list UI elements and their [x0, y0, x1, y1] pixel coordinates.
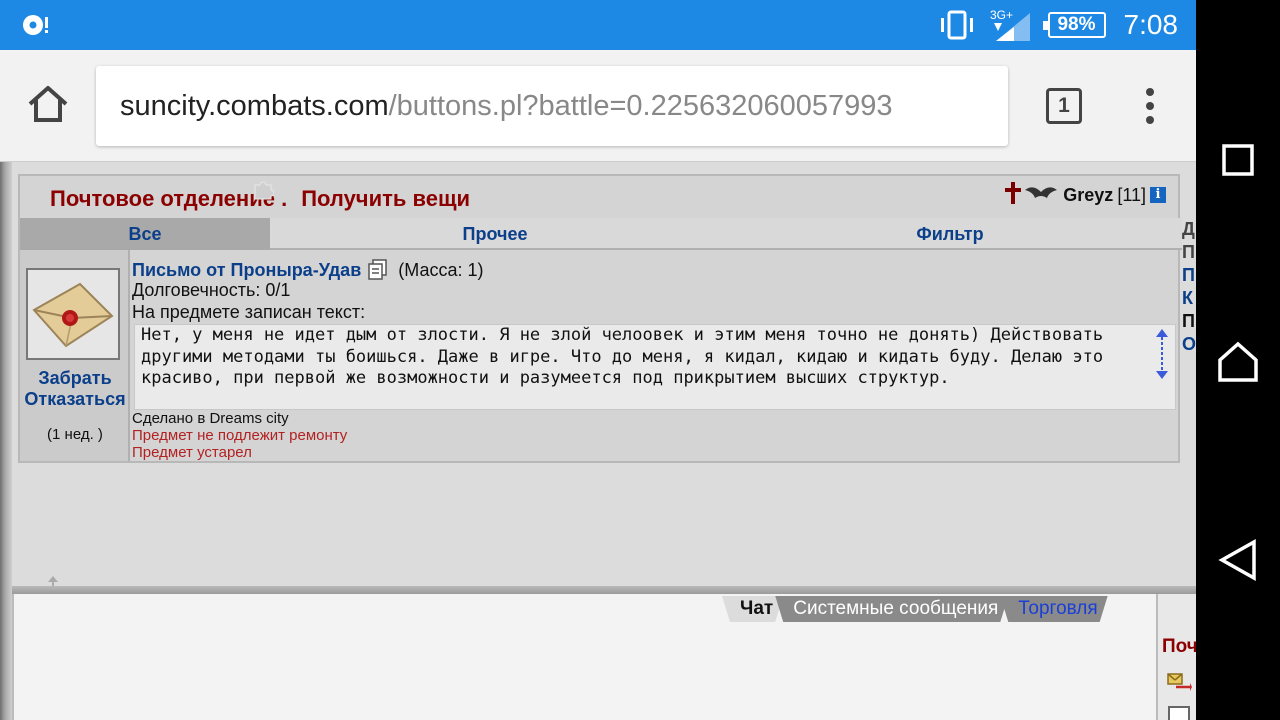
overflow-menu-icon[interactable] [1138, 86, 1162, 126]
take-link[interactable]: Забрать [20, 368, 130, 389]
back-icon[interactable] [1216, 538, 1260, 582]
page-content: Почтовое отделение . Получить вещи Greyz … [0, 162, 1196, 720]
user-name[interactable]: Greyz [1063, 185, 1113, 206]
tab-system-messages[interactable]: Системные сообщения [775, 596, 1008, 622]
item-header: Письмо от Проныра-Удав (Масса: 1) [132, 258, 484, 281]
url-path: /buttons.pl?battle=0.225632060057993 [388, 90, 893, 122]
mail-title: Почта [1162, 636, 1196, 657]
tab-switcher-button[interactable]: 1 [1046, 88, 1082, 124]
copy-icon[interactable] [367, 258, 389, 280]
status-icons: 3G+ 98% 7:08 [938, 0, 1179, 50]
item-durability: Долговечность: 0/1 [132, 280, 291, 300]
post-office-panel: Почтовое отделение . Получить вещи Greyz … [18, 174, 1182, 463]
expired-notice: Предмет устарел [132, 444, 252, 461]
browser-toolbar: suncity.combats.com/buttons.pl?battle=0.… [0, 50, 1196, 162]
strip-letter: Д [1182, 219, 1195, 239]
tab-other[interactable]: Прочее [270, 218, 720, 250]
item-actions-column: Забрать Отказаться (1 нед. ) [20, 250, 130, 461]
mail-send-icon[interactable] [1166, 670, 1192, 692]
tab-all[interactable]: Все [20, 218, 270, 250]
chat-frame: Чат Системные сообщения Торговля [12, 594, 1156, 720]
strip-letter[interactable]: О [1182, 333, 1196, 356]
clock: 7:08 [1123, 9, 1179, 40]
letter-text-label: На предмете записан текст: [132, 302, 366, 322]
letter-text: Нет, у меня не идет дым от злости. Я не … [141, 325, 1104, 388]
svg-text:3G+: 3G+ [990, 8, 1013, 22]
refuse-link[interactable]: Отказаться [20, 389, 130, 410]
signal-icon: 3G+ [990, 8, 1030, 41]
letter-text-box: Нет, у меня не идет дым от злости. Я не … [134, 324, 1176, 410]
strip-letter: П [1182, 242, 1195, 262]
strip-letter: П [1182, 311, 1195, 331]
home-icon[interactable] [26, 82, 70, 126]
notification-icon [23, 15, 48, 35]
status-bar: 3G+ 98% 7:08 [0, 0, 1196, 50]
strip-letter[interactable]: К [1182, 287, 1196, 310]
envelope-icon [32, 282, 114, 348]
navigation-bar [1196, 0, 1280, 720]
phone-screen: 3G+ 98% 7:08 suncity.combats.com/buttons… [0, 0, 1196, 720]
user-level: [11] [1117, 184, 1146, 205]
chat-tabs: Чат Системные сообщения Торговля [722, 596, 1108, 624]
no-repair-notice: Предмет не подлежит ремонту [132, 427, 348, 444]
user-info: Greyz [11] i [1003, 182, 1166, 208]
info-icon[interactable]: i [1150, 187, 1166, 203]
frame-edge [0, 162, 12, 720]
chat-side-panel: Почта [1156, 594, 1196, 720]
clan-emblem-icon [1005, 182, 1058, 204]
frame-divider[interactable] [12, 586, 1196, 594]
item-details: Письмо от Проныра-Удав (Масса: 1) Долгов… [132, 250, 1180, 461]
recents-icon[interactable] [1216, 138, 1260, 182]
right-frame-strip: Д П П К П О [1182, 218, 1196, 408]
checkbox-icon[interactable] [1168, 706, 1190, 720]
letter-item-image [26, 268, 120, 360]
tab-chat[interactable]: Чат [722, 596, 783, 622]
tab-trade[interactable]: Торговля [1000, 596, 1107, 622]
url-bar[interactable]: suncity.combats.com/buttons.pl?battle=0.… [96, 66, 1008, 146]
item-mass: (Масса: 1) [398, 260, 484, 280]
category-tabs: Все Прочее Фильтр [20, 218, 1182, 250]
battery-indicator: 98% [1042, 12, 1106, 38]
plugin-icon [254, 181, 274, 200]
item-age: (1 нед. ) [47, 426, 103, 443]
resize-arrows-icon[interactable] [1153, 327, 1171, 381]
item-name-link[interactable]: Письмо от Проныра-Удав [132, 260, 361, 280]
vibrate-icon [940, 10, 973, 40]
tab-filter[interactable]: Фильтр [720, 218, 1180, 250]
home-nav-icon[interactable] [1216, 340, 1260, 384]
receive-items-title: Получить вещи [301, 186, 471, 211]
made-in: Сделано в Dreams city [132, 410, 289, 427]
url-host: suncity.combats.com [120, 90, 389, 122]
strip-letter[interactable]: П [1182, 264, 1196, 287]
